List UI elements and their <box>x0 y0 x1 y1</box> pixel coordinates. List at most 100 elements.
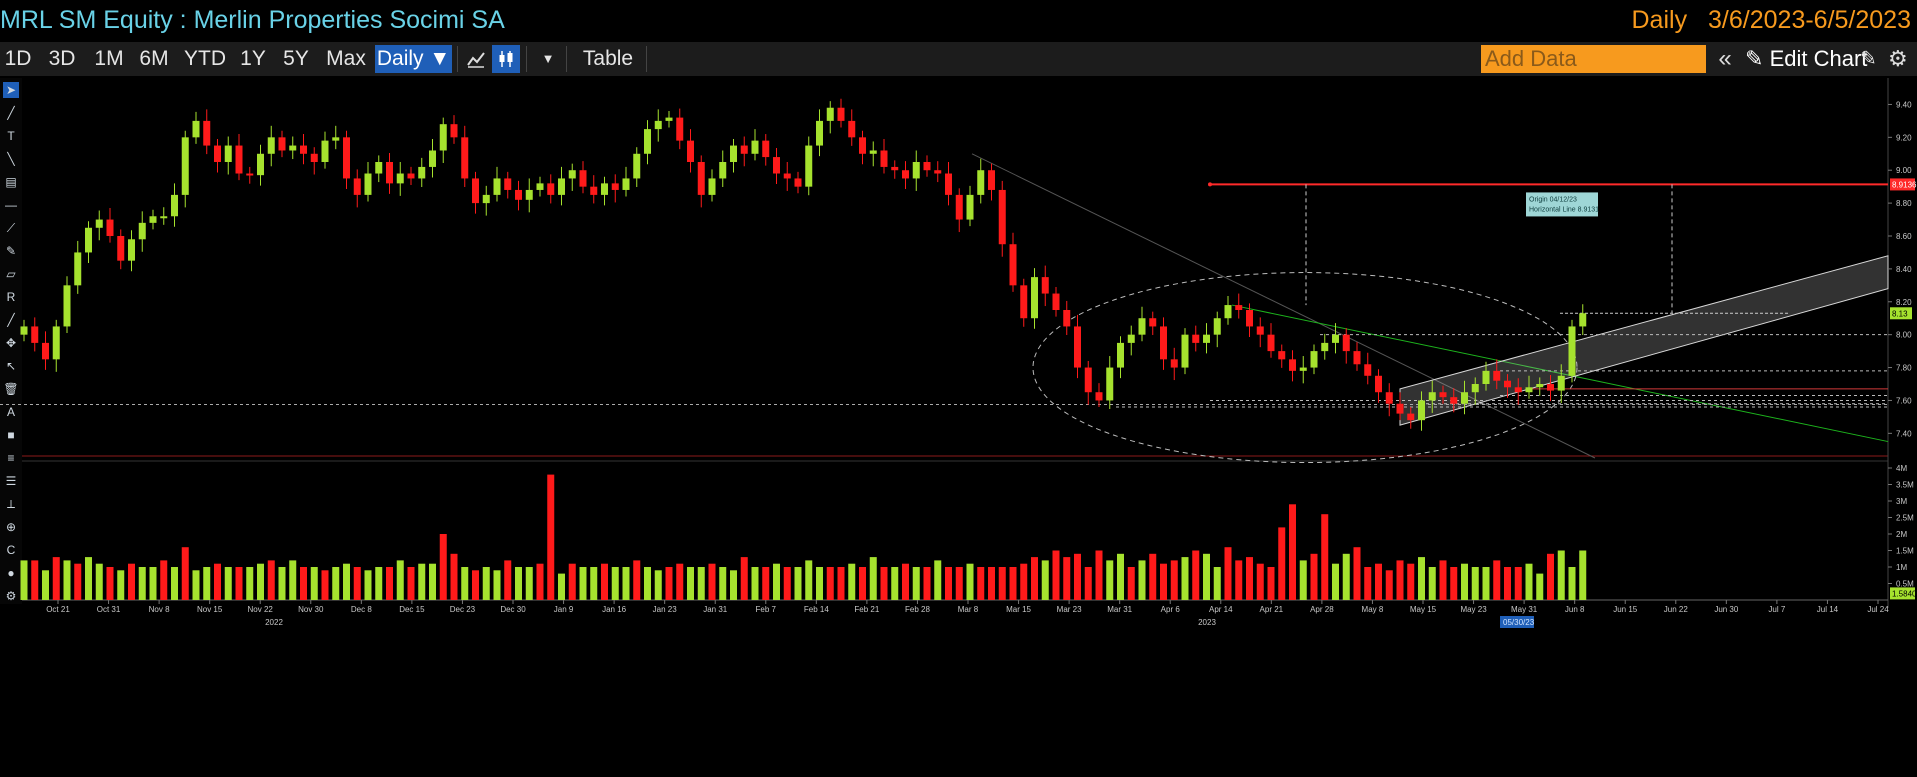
range-1m-button[interactable]: 1M <box>89 45 129 73</box>
candle-body <box>590 186 598 195</box>
x-tick-label: Apr 28 <box>1310 605 1334 614</box>
candlestick-chart-icon[interactable] <box>492 45 520 73</box>
frequency-dropdown[interactable]: Daily ▼ <box>375 45 452 73</box>
candle-body <box>407 173 415 179</box>
volume-bar <box>31 560 39 600</box>
range-6m-button[interactable]: 6M <box>134 45 174 73</box>
candle-body <box>1482 370 1490 384</box>
candle-body <box>697 162 705 195</box>
chart-settings-pencil-icon[interactable]: ✎ <box>1860 45 1882 73</box>
volume-bar <box>1149 553 1157 600</box>
volume-bar <box>1095 550 1103 600</box>
x-tick-label: Jan 23 <box>653 605 678 614</box>
volume-bar <box>891 567 899 600</box>
price-volume-chart[interactable]: 9.40 9.20 9.00 8.80 8.60 8.40 8.20 8.00 7.80 7.60… <box>0 78 1917 777</box>
volume-bar <box>762 567 770 600</box>
x-tick-label: Jun 22 <box>1664 605 1689 614</box>
range-3d-button[interactable]: 3D <box>42 45 82 73</box>
volume-bar <box>1160 563 1167 600</box>
candle-body <box>42 342 49 360</box>
candle-body <box>128 239 135 261</box>
volume-bar <box>1461 563 1468 600</box>
candle-body <box>601 183 608 195</box>
candle-body <box>1278 351 1286 360</box>
candle-body <box>396 173 404 184</box>
candle-body <box>998 189 1006 245</box>
x-tick-label: Oct 21 <box>46 605 70 614</box>
x-tick-label: Nov 8 <box>149 605 170 614</box>
volume-bar <box>816 567 823 600</box>
volume-bar <box>1299 560 1307 600</box>
candle-body <box>912 162 920 179</box>
candle-body <box>504 178 512 190</box>
candle-body <box>966 194 974 220</box>
volume-tick-label: 0.5M <box>1896 580 1914 589</box>
price-tick-label: 8.40 <box>1896 265 1912 274</box>
range-ytd-button[interactable]: YTD <box>181 45 229 73</box>
volume-bar <box>482 567 490 600</box>
volume-bar <box>1482 567 1490 600</box>
price-tick-label: 8.20 <box>1896 298 1912 307</box>
table-button[interactable]: Table <box>570 45 646 73</box>
candle-body <box>1095 392 1103 401</box>
volume-bar <box>1504 567 1511 600</box>
chart-type-dropdown[interactable]: ▼ <box>530 45 566 73</box>
x-tick-label: Dec 8 <box>351 605 372 614</box>
range-5y-button[interactable]: 5Y <box>276 45 316 73</box>
volume-bar <box>192 570 200 600</box>
volume-bar <box>332 567 340 600</box>
candle-body <box>923 162 931 171</box>
volume-bar <box>751 567 759 600</box>
range-1y-button[interactable]: 1Y <box>235 45 271 73</box>
candle-body <box>74 252 82 286</box>
volume-bar <box>966 563 974 600</box>
period-display: Daily 3/6/2023-6/5/2023 <box>1618 6 1912 35</box>
add-data-input[interactable] <box>1481 45 1706 73</box>
volume-bar <box>493 570 501 600</box>
volume-bar <box>687 567 694 600</box>
candle-body <box>1235 305 1243 310</box>
line-chart-icon[interactable] <box>462 45 490 73</box>
volume-bar <box>364 570 372 600</box>
candle-body <box>719 162 727 179</box>
range-1d-button[interactable]: 1D <box>0 45 36 73</box>
x-tick-label: Feb 28 <box>905 605 930 614</box>
volume-bar <box>912 567 920 600</box>
x-tick-label: Feb 14 <box>804 605 829 614</box>
volume-bar <box>665 567 673 600</box>
candle-body <box>203 120 211 146</box>
volume-bar <box>117 570 125 600</box>
price-tick-label: 7.40 <box>1896 429 1912 438</box>
candle-body <box>558 178 565 195</box>
horizontal-line-origin <box>1208 182 1212 187</box>
date-range-label[interactable]: 3/6/2023-6/5/2023 <box>1708 6 1911 34</box>
gear-icon[interactable]: ⚙ <box>1888 45 1912 73</box>
volume-bar <box>171 567 178 600</box>
x-tick-label: Dec 23 <box>450 605 476 614</box>
candle-body <box>1353 351 1361 365</box>
candle-body <box>1074 326 1081 368</box>
volume-tick-label: 4M <box>1896 464 1907 473</box>
double-chevron-left-icon[interactable]: « <box>1713 45 1737 73</box>
volume-bar <box>1547 553 1554 600</box>
volume-bar <box>461 567 469 600</box>
candle-body <box>364 173 372 195</box>
candle-body <box>1547 384 1554 391</box>
candle-body <box>214 145 221 162</box>
candle-body <box>891 166 899 171</box>
candle-body <box>31 326 39 343</box>
volume-bar <box>1579 550 1587 600</box>
volume-bar <box>1439 560 1447 600</box>
candle-body <box>848 120 856 138</box>
x-tick-label: Mar 8 <box>958 605 979 614</box>
volume-bar <box>375 567 383 600</box>
candle-body <box>300 145 307 154</box>
volume-bar <box>418 563 426 600</box>
x-tick-label: Jun 8 <box>1565 605 1585 614</box>
edit-chart-button[interactable]: ✎ Edit Chart <box>1745 45 1867 73</box>
date-marker-label: 05/30/23 <box>1503 618 1535 627</box>
candle-body <box>579 170 587 187</box>
range-max-button[interactable]: Max <box>322 45 370 73</box>
volume-tick-label: 1.5M <box>1896 547 1914 556</box>
volume-bar <box>783 567 791 600</box>
